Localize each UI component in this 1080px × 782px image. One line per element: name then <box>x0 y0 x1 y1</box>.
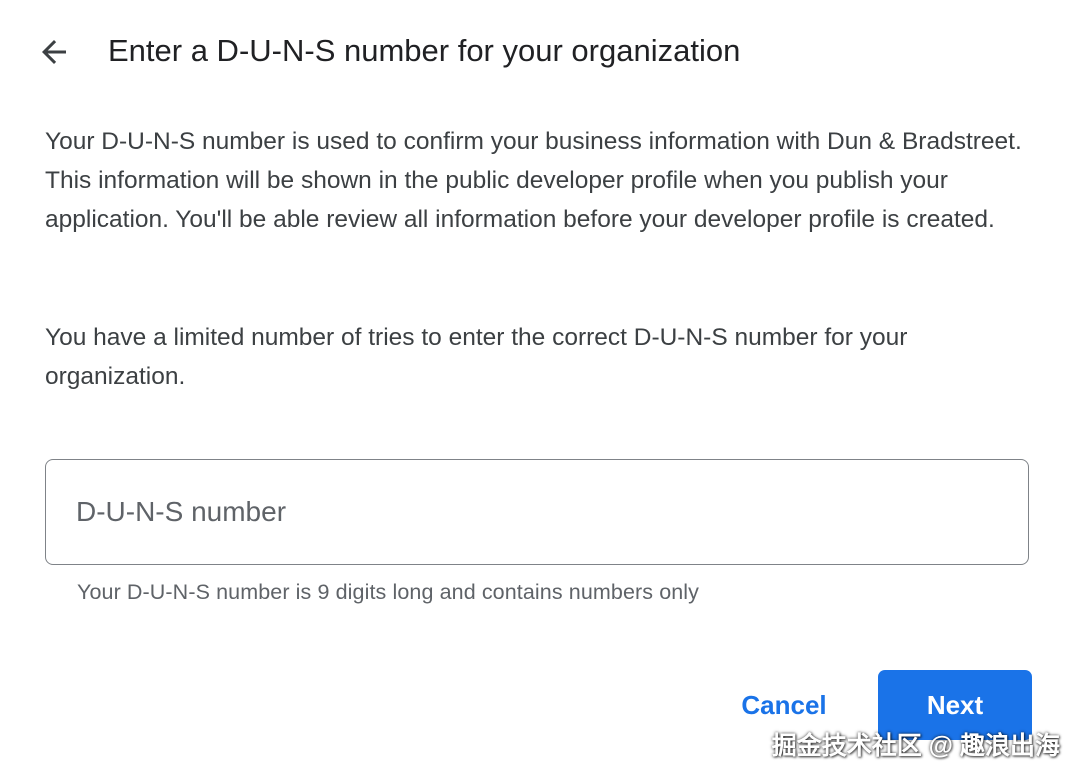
duns-input-container[interactable] <box>45 459 1029 565</box>
arrow-back-icon <box>36 34 72 70</box>
watermark-text: 掘金技术社区 @ 趣浪出海 <box>771 732 1060 760</box>
back-button[interactable] <box>30 30 78 74</box>
duns-number-input[interactable] <box>76 460 996 564</box>
description-paragraph: Your D-U-N-S number is used to confirm y… <box>45 128 1022 234</box>
duns-helper-text: Your D-U-N-S number is 9 digits long and… <box>77 580 700 604</box>
duns-dialog: Enter a D-U-N-S number for your organiza… <box>0 0 1080 782</box>
tries-warning-paragraph: You have a limited number of tries to en… <box>45 324 908 391</box>
dialog-header: Enter a D-U-N-S number for your organiza… <box>0 0 1080 104</box>
dialog-title: Enter a D-U-N-S number for your organiza… <box>108 33 741 68</box>
